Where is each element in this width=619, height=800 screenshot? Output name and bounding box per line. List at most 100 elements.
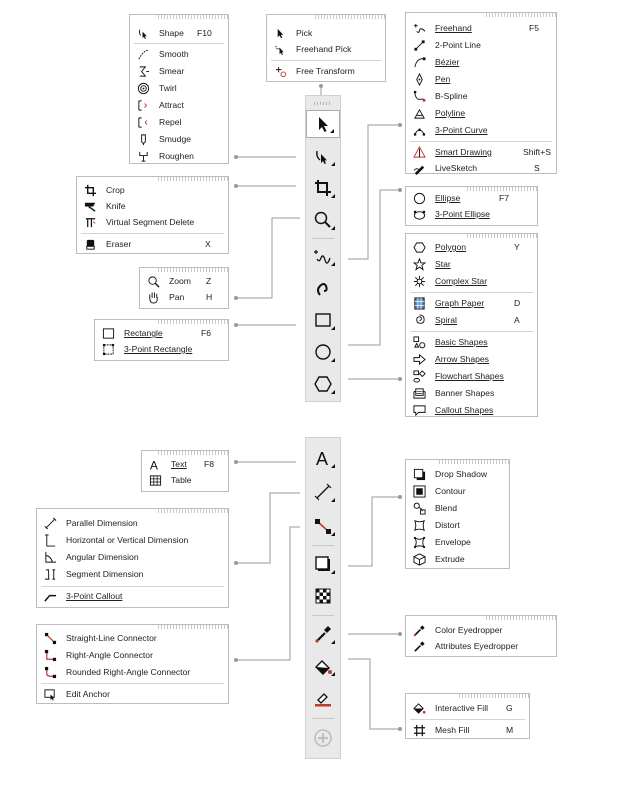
interactive-fill-tool-button[interactable]: [306, 652, 340, 680]
menu-item-table[interactable]: Table: [142, 472, 228, 488]
menu-item-freehand-pick[interactable]: Freehand Pick: [267, 41, 385, 57]
three-point-ellipse-icon: [413, 210, 425, 220]
menu-item-virtual-segment-delete[interactable]: Virtual Segment Delete: [77, 214, 228, 230]
menu-item-blend[interactable]: Blend: [406, 500, 509, 516]
menu-item-smudge[interactable]: Smudge: [130, 131, 228, 147]
menu-item-complex-star[interactable]: Complex Star: [406, 273, 537, 289]
freehand-icon: [413, 23, 425, 33]
menu-item-eraser[interactable]: Eraser X: [77, 236, 228, 252]
zoom-tool-button[interactable]: [306, 206, 340, 234]
menu-item-smart-drawing[interactable]: Smart Drawing Shift+S: [406, 144, 556, 160]
menu-item-contour[interactable]: Contour: [406, 483, 509, 499]
transparency-tool-button[interactable]: [306, 582, 340, 610]
right-angle-connector-icon: [44, 649, 56, 661]
callout-shapes-icon: [412, 404, 426, 416]
crop-tool-button[interactable]: [306, 174, 340, 202]
menu-item-flowchart-shapes[interactable]: Flowchart Shapes: [406, 368, 537, 384]
drop-shadow-tool-button[interactable]: [306, 550, 340, 578]
menu-item-smear[interactable]: Smear: [130, 63, 228, 79]
freehand-tool-button[interactable]: [306, 242, 340, 270]
menu-item-ellipse[interactable]: Ellipse F7: [406, 190, 537, 206]
polygon-tool-button[interactable]: [306, 370, 340, 398]
menu-item-pen[interactable]: Pen: [406, 71, 556, 87]
menu-item-roughen[interactable]: Roughen: [130, 148, 228, 164]
menu-item-zoom[interactable]: Zoom Z: [140, 273, 228, 289]
menu-item-b-spline[interactable]: B-Spline: [406, 88, 556, 104]
dimension-tool-button[interactable]: [306, 478, 340, 506]
menu-item-extrude[interactable]: Extrude: [406, 551, 509, 567]
menu-item-basic-shapes[interactable]: Basic Shapes: [406, 334, 537, 350]
menu-item-shape[interactable]: Shape F10: [130, 25, 228, 41]
menu-item-3-point-callout[interactable]: 3-Point Callout: [37, 588, 228, 604]
dimension-flyout: Parallel Dimension Horizontal or Vertica…: [36, 508, 229, 608]
menu-item-right-angle-connector[interactable]: Right-Angle Connector: [37, 647, 228, 663]
eyedropper-tool-button[interactable]: [306, 620, 340, 648]
menu-item-interactive-fill[interactable]: Interactive Fill G: [406, 700, 529, 716]
pick-tool-button[interactable]: [306, 110, 340, 138]
menu-item-crop[interactable]: Crop: [77, 182, 228, 198]
menu-item-3-point-curve[interactable]: 3-Point Curve: [406, 122, 556, 138]
transparency-checker-icon: [315, 588, 331, 604]
add-tools-button[interactable]: [306, 724, 340, 752]
menu-item-twirl[interactable]: Twirl: [130, 80, 228, 96]
table-icon: [149, 474, 161, 486]
toolbar-grip[interactable]: [314, 102, 332, 105]
two-point-line-icon: [413, 39, 425, 51]
menu-item-angular-dimension[interactable]: Angular Dimension: [37, 549, 228, 565]
complex-star-icon: [413, 275, 425, 287]
menu-item-mesh-fill[interactable]: Mesh Fill M: [406, 722, 529, 738]
menu-item-color-eyedropper[interactable]: Color Eyedropper: [406, 622, 556, 638]
menu-item-polygon[interactable]: Polygon Y: [406, 239, 537, 255]
menu-item-graph-paper[interactable]: Graph Paper D: [406, 295, 537, 311]
menu-item-3-point-rectangle[interactable]: 3-Point Rectangle: [95, 341, 228, 357]
menu-item-pick[interactable]: Pick: [267, 25, 385, 41]
text-tool-button[interactable]: A: [306, 444, 340, 472]
artistic-media-icon: [317, 283, 328, 296]
menu-item-segment-dimension[interactable]: Segment Dimension: [37, 566, 228, 582]
menu-item-2-point-line[interactable]: 2-Point Line: [406, 37, 556, 53]
connector-tool-button[interactable]: [306, 512, 340, 540]
menu-item-text[interactable]: A Text F8: [142, 456, 228, 472]
menu-item-horizontal-vertical-dimension[interactable]: Horizontal or Vertical Dimension: [37, 532, 228, 548]
menu-item-free-transform[interactable]: Free Transform: [267, 63, 385, 79]
menu-item-3-point-ellipse[interactable]: 3-Point Ellipse: [406, 206, 537, 222]
menu-item-attract[interactable]: Attract: [130, 97, 228, 113]
menu-item-knife[interactable]: Knife: [77, 198, 228, 214]
menu-item-rounded-right-angle-connector[interactable]: Rounded Right-Angle Connector: [37, 664, 228, 680]
connector-flyout: Straight-Line Connector Right-Angle Conn…: [36, 624, 229, 704]
plus-circle-icon: [314, 729, 332, 747]
menu-item-arrow-shapes[interactable]: Arrow Shapes: [406, 351, 537, 367]
shape-tool-button[interactable]: [306, 142, 340, 170]
ellipse-tool-button[interactable]: [306, 338, 340, 366]
roughen-icon: [138, 151, 148, 162]
envelope-icon: [413, 536, 425, 548]
menu-item-bezier[interactable]: Bézier: [406, 54, 556, 70]
menu-item-pan[interactable]: Pan H: [140, 289, 228, 305]
toolbox-lower: A: [305, 437, 341, 759]
smart-fill-tool-button[interactable]: [306, 684, 340, 712]
artistic-media-tool-button[interactable]: [306, 274, 340, 302]
menu-item-banner-shapes[interactable]: Banner Shapes: [406, 385, 537, 401]
menu-item-parallel-dimension[interactable]: Parallel Dimension: [37, 515, 228, 531]
menu-item-envelope[interactable]: Envelope: [406, 534, 509, 550]
menu-item-edit-anchor[interactable]: Edit Anchor: [37, 686, 228, 702]
smooth-icon: [137, 48, 148, 59]
menu-item-livesketch[interactable]: LiveSketch S: [406, 160, 556, 176]
three-point-callout-icon: [43, 594, 56, 602]
menu-item-freehand[interactable]: Freehand F5: [406, 20, 556, 36]
menu-item-distort[interactable]: Distort: [406, 517, 509, 533]
crop-icon: [84, 184, 96, 196]
menu-item-straight-line-connector[interactable]: Straight-Line Connector: [37, 630, 228, 646]
menu-item-polyline[interactable]: Polyline: [406, 105, 556, 121]
menu-item-drop-shadow[interactable]: Drop Shadow: [406, 466, 509, 482]
menu-item-star[interactable]: Star: [406, 256, 537, 272]
flowchart-shapes-icon: [412, 369, 426, 383]
menu-item-attributes-eyedropper[interactable]: Attributes Eyedropper: [406, 638, 556, 654]
menu-item-smooth[interactable]: Smooth: [130, 46, 228, 62]
menu-item-repel[interactable]: Repel: [130, 114, 228, 130]
menu-item-callout-shapes[interactable]: Callout Shapes: [406, 402, 537, 418]
menu-item-rectangle[interactable]: Rectangle F6: [95, 325, 228, 341]
angular-dimension-icon: [44, 551, 56, 563]
menu-item-spiral[interactable]: Spiral A: [406, 312, 537, 328]
rectangle-tool-button[interactable]: [306, 306, 340, 334]
